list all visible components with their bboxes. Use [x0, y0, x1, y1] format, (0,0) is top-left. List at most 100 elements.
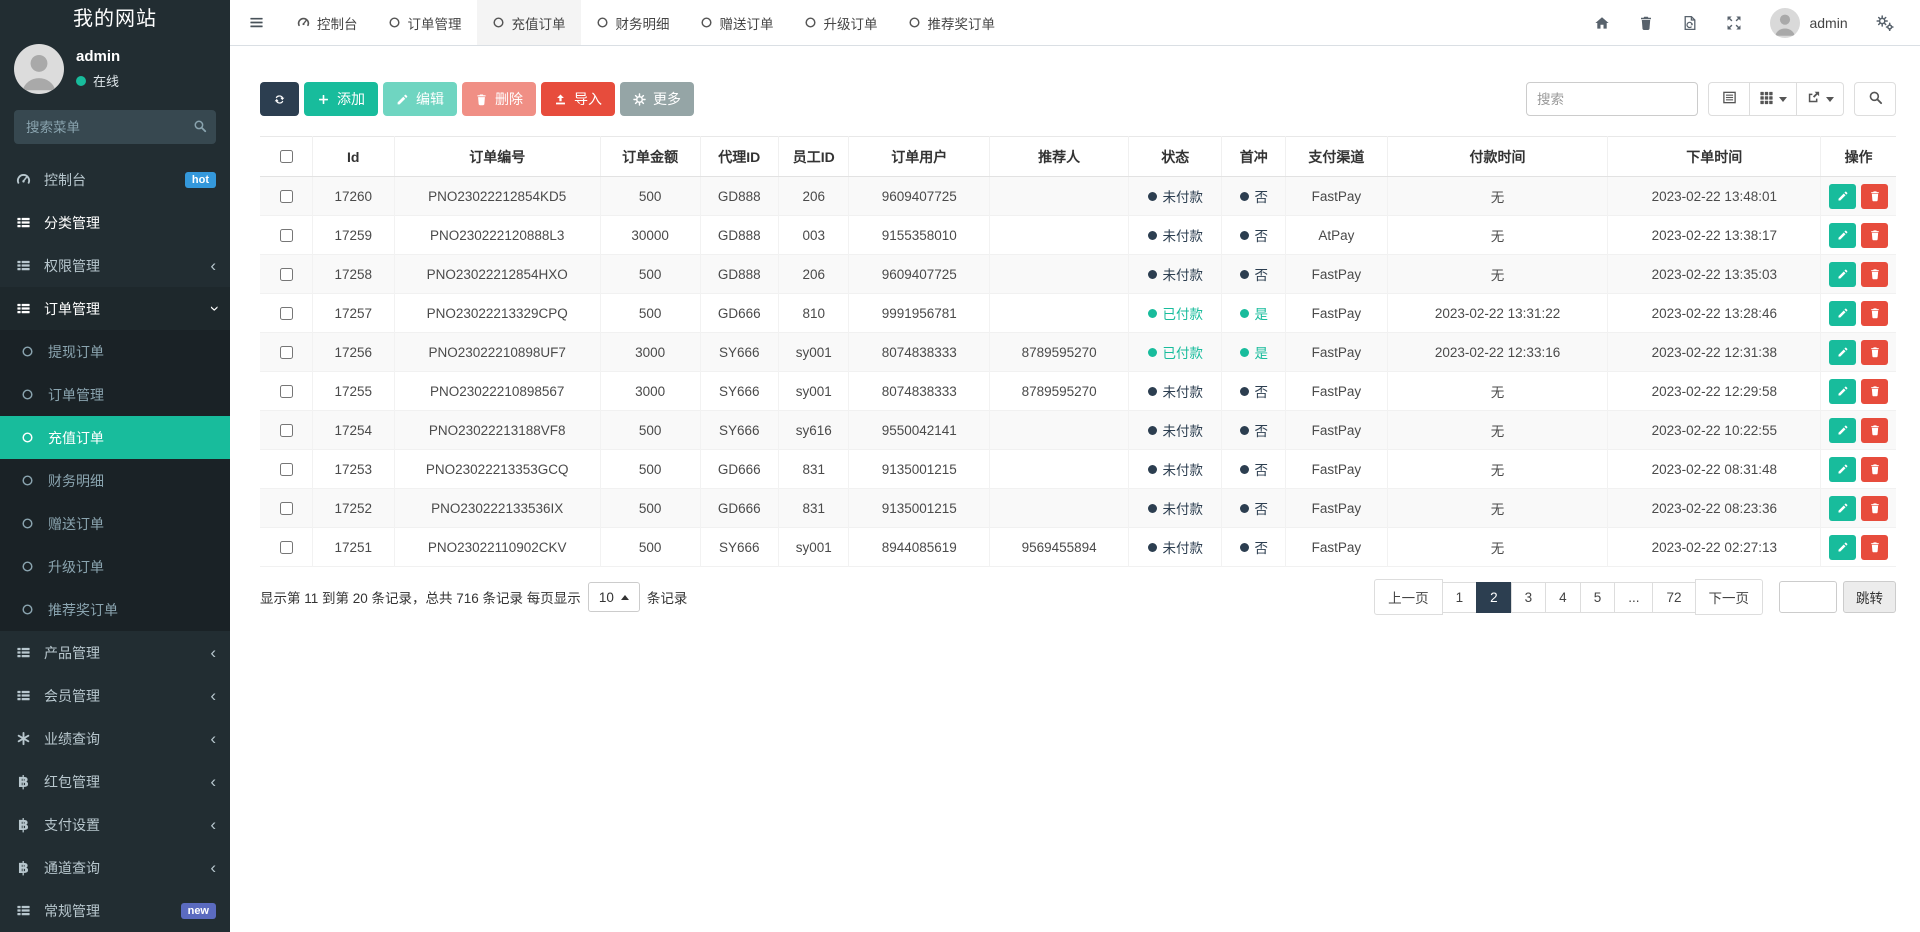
trash-icon[interactable]	[1638, 15, 1654, 31]
sidebar-subitem-upgrade-orders[interactable]: 升级订单	[0, 545, 230, 588]
row-checkbox[interactable]	[280, 502, 293, 515]
sidebar-item-console[interactable]: 控制台hot	[0, 158, 230, 201]
tab-order-mgmt[interactable]: 订单管理	[373, 0, 477, 45]
row-checkbox[interactable]	[280, 541, 293, 554]
search-icon[interactable]	[193, 119, 207, 136]
columns-button[interactable]	[1750, 82, 1797, 116]
status-dot	[1240, 426, 1249, 435]
delete-row-button[interactable]	[1861, 184, 1888, 209]
delete-row-button[interactable]	[1861, 262, 1888, 287]
add-button[interactable]: 添加	[304, 82, 378, 116]
sidebar-toggle-button[interactable]	[230, 0, 282, 45]
sidebar-item-product[interactable]: 产品管理‹	[0, 631, 230, 674]
sidebar-item-redpacket[interactable]: ฿红包管理‹	[0, 760, 230, 803]
more-button[interactable]: 更多	[620, 82, 694, 116]
tab-recharge-orders[interactable]: 充值订单	[477, 0, 581, 45]
user-status[interactable]: 在线	[76, 71, 120, 90]
delete-row-button[interactable]	[1861, 379, 1888, 404]
expand-icon[interactable]	[1726, 15, 1742, 31]
cell-pay-time: 2023-02-22 12:33:16	[1387, 333, 1608, 372]
edit-row-button[interactable]	[1829, 418, 1856, 443]
import-button[interactable]: 导入	[541, 82, 615, 116]
tab-referral-orders[interactable]: 推荐奖订单	[893, 0, 1011, 45]
home-icon[interactable]	[1594, 15, 1610, 31]
edit-row-button[interactable]	[1829, 223, 1856, 248]
page-button-3[interactable]: 3	[1511, 582, 1547, 613]
page-button-ellipsis[interactable]: ...	[1614, 582, 1653, 613]
tab-gift-orders[interactable]: 赠送订单	[685, 0, 789, 45]
tab-upgrade-orders[interactable]: 升级订单	[789, 0, 893, 45]
sidebar-item-permission[interactable]: 权限管理‹	[0, 244, 230, 287]
tab-finance-detail[interactable]: 财务明细	[581, 0, 685, 45]
tab-label: 财务明细	[616, 13, 670, 33]
sidebar-subitem-withdraw-orders[interactable]: 提现订单	[0, 330, 230, 373]
edit-row-button[interactable]	[1829, 262, 1856, 287]
sidebar-item-payment-settings[interactable]: ฿支付设置‹	[0, 803, 230, 846]
list-icon	[14, 301, 33, 316]
export-button[interactable]	[1797, 82, 1844, 116]
page-button-5[interactable]: 5	[1580, 582, 1616, 613]
delete-row-button[interactable]	[1861, 535, 1888, 560]
page-button-prev[interactable]: 上一页	[1374, 579, 1443, 615]
sidebar-item-channel-query[interactable]: ฿通道查询‹	[0, 846, 230, 889]
row-checkbox[interactable]	[280, 268, 293, 281]
edit-row-button[interactable]	[1829, 457, 1856, 482]
page-button-4[interactable]: 4	[1545, 582, 1581, 613]
sidebar-item-label: 产品管理	[44, 643, 100, 663]
refresh-button[interactable]	[260, 82, 299, 116]
row-checkbox[interactable]	[280, 346, 293, 359]
sidebar-item-order-mgmt[interactable]: 订单管理‹	[0, 287, 230, 330]
delete-row-button[interactable]	[1861, 496, 1888, 521]
detail-view-button[interactable]	[1708, 82, 1750, 116]
edit-row-button[interactable]	[1829, 496, 1856, 521]
row-checkbox[interactable]	[280, 229, 293, 242]
row-checkbox[interactable]	[280, 424, 293, 437]
search-button[interactable]	[1854, 82, 1896, 116]
delete-row-button[interactable]	[1861, 418, 1888, 443]
sidebar-subitem-gift-orders[interactable]: 赠送订单	[0, 502, 230, 545]
edit-row-button[interactable]	[1829, 184, 1856, 209]
edit-row-button[interactable]	[1829, 301, 1856, 326]
file-refresh-icon[interactable]	[1682, 15, 1698, 31]
edit-row-button[interactable]	[1829, 340, 1856, 365]
edit-row-button[interactable]	[1829, 535, 1856, 560]
page-button-next[interactable]: 下一页	[1695, 579, 1764, 615]
navbar-user-menu[interactable]: admin	[1770, 8, 1847, 38]
sidebar-subitem-order-list[interactable]: 订单管理	[0, 373, 230, 416]
delete-row-button[interactable]	[1861, 340, 1888, 365]
cell-amount: 500	[600, 255, 700, 294]
sidebar-subitem-finance-detail[interactable]: 财务明细	[0, 459, 230, 502]
row-select-cell	[260, 333, 312, 372]
sidebar-item-general[interactable]: 常规管理new	[0, 889, 230, 932]
table-search-input[interactable]	[1526, 82, 1698, 116]
page-size-dropdown[interactable]: 10	[588, 582, 640, 612]
delete-row-button[interactable]	[1861, 223, 1888, 248]
delete-row-button[interactable]	[1861, 457, 1888, 482]
gears-icon[interactable]	[1876, 15, 1894, 31]
row-checkbox[interactable]	[280, 385, 293, 398]
delete-button[interactable]: 删除	[462, 82, 536, 116]
cell-channel: FastPay	[1286, 411, 1387, 450]
select-all-checkbox[interactable]	[280, 150, 293, 163]
sidebar-item-member[interactable]: 会员管理‹	[0, 674, 230, 717]
sidebar-subitem-referral-orders[interactable]: 推荐奖订单	[0, 588, 230, 631]
edit-row-button[interactable]	[1829, 379, 1856, 404]
page-button-1[interactable]: 1	[1442, 582, 1478, 613]
row-checkbox[interactable]	[280, 307, 293, 320]
edit-button[interactable]: 编辑	[383, 82, 457, 116]
page-jump-input[interactable]	[1779, 581, 1837, 613]
row-checkbox[interactable]	[280, 190, 293, 203]
status-unpaid: 否	[1240, 498, 1269, 518]
row-checkbox[interactable]	[280, 463, 293, 476]
tab-console[interactable]: 控制台	[282, 0, 373, 45]
page-jump-button[interactable]: 跳转	[1843, 581, 1896, 613]
page-button-2[interactable]: 2	[1476, 582, 1512, 613]
page-button-72[interactable]: 72	[1652, 582, 1695, 613]
sidebar-item-category[interactable]: 分类管理	[0, 201, 230, 244]
sidebar-search-input[interactable]	[14, 110, 216, 144]
status-label: 未付款	[1163, 537, 1204, 557]
delete-row-button[interactable]	[1861, 301, 1888, 326]
sidebar-item-performance[interactable]: 业绩查询‹	[0, 717, 230, 760]
user-name: admin	[76, 48, 120, 65]
sidebar-subitem-recharge-orders[interactable]: 充值订单	[0, 416, 230, 459]
